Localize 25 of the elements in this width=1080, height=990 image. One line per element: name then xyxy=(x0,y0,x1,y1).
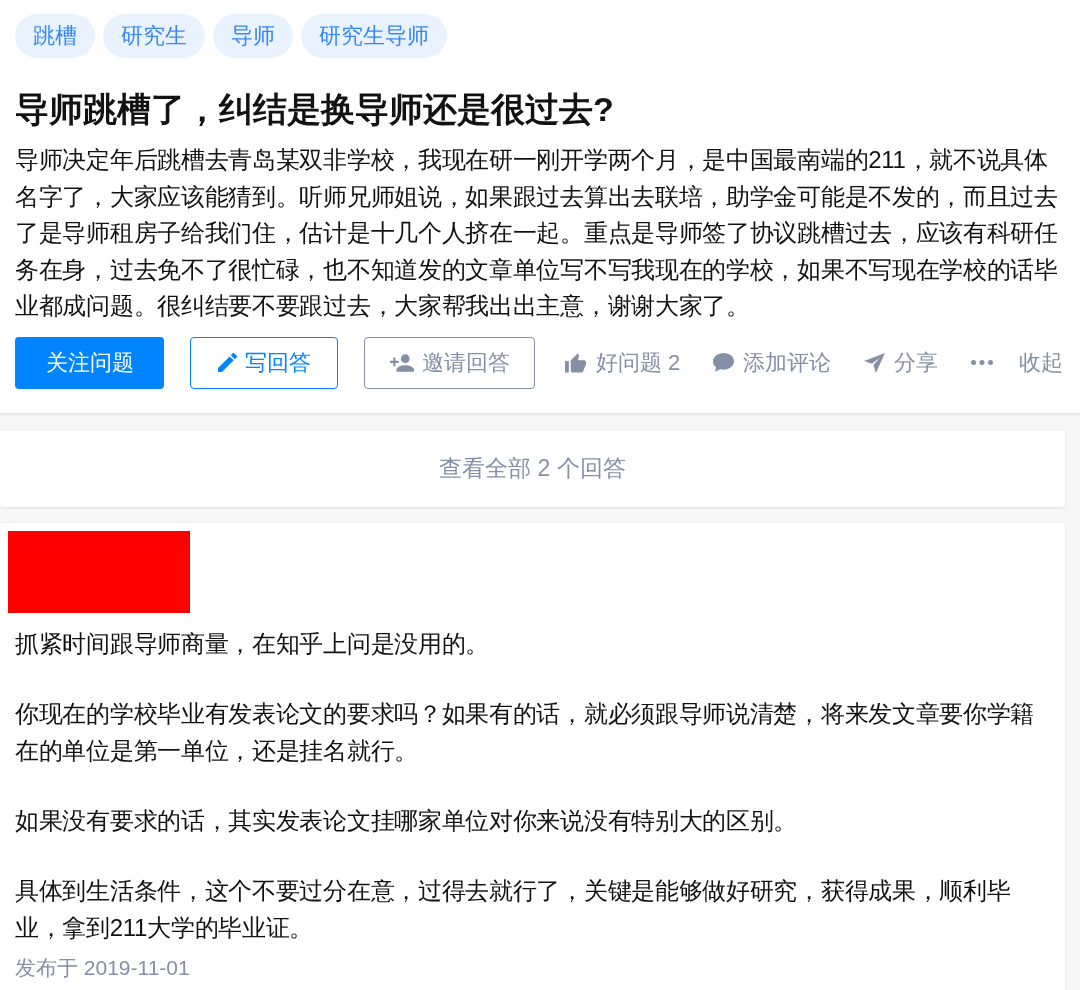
follow-button[interactable]: 关注问题 xyxy=(15,336,164,389)
thumbs-up-icon xyxy=(565,352,586,373)
comment-button[interactable]: 添加评论 xyxy=(713,342,832,383)
topic-tag[interactable]: 导师 xyxy=(213,14,293,58)
collapse-button[interactable]: 收起 xyxy=(1019,342,1064,383)
answer-paragraph: 你现在的学校毕业有发表论文的要求吗？如果有的话，就必须跟导师说清楚，将来发文章要你学籍在的单位是第一单位，还是挂名就行。 xyxy=(15,698,1036,766)
speech-bubble-icon xyxy=(713,353,735,372)
question-description: 导师决定年后跳槽去青岛某双非学校，我现在研一刚开学两个月，是中国最南端的211，就不说具体名字了，大家应该能猜到。听师兄师姐说，如果跟过去算出去联培，助学金可能是不发的，而且过去了是导师租房子给我们住，估计是十几个人挤在一起。重点是导师签了协议跳槽过去，应该有科研任务在身，过去免不了很忙碌，也不知道发的文章单位写不写我现在的学校，如果不写现在学校的话毕业都成问题。很纠结要不要跟过去，大家帮我出出主意，谢谢大家了。 xyxy=(15,145,1059,321)
answer-paragraph: 具体到生活条件，这个不要过分在意，过得去就行了，关键是能够做好研究，获得成果，顺利毕业，拿到211大学的毕业证。 xyxy=(15,875,1012,943)
share-button[interactable]: 分享 xyxy=(864,342,939,383)
view-all-answers-button[interactable]: 查看全部 2 个回答 xyxy=(0,430,1065,507)
answer-paragraph: 如果没有要求的话，其实发表论文挂哪家单位对你来说没有特别大的区别。 xyxy=(15,805,799,836)
topic-tag[interactable]: 跳槽 xyxy=(15,14,95,58)
add-person-icon xyxy=(389,353,414,372)
paper-plane-icon xyxy=(864,352,886,373)
topic-tag[interactable]: 研究生 xyxy=(103,14,205,58)
invite-button[interactable]: 邀请回答 xyxy=(364,336,535,389)
answer-paragraph: 抓紧时间跟导师商量，在知乎上问是没用的。 xyxy=(15,628,490,659)
pencil-icon xyxy=(217,353,237,372)
write-answer-button[interactable]: 写回答 xyxy=(190,336,338,389)
question-title: 导师跳槽了，纠结是换导师还是很过去? xyxy=(15,89,615,130)
vote-button[interactable]: 好问题 2 xyxy=(565,342,681,383)
topic-tag[interactable]: 研究生导师 xyxy=(301,14,447,58)
more-icon xyxy=(971,360,994,365)
publish-date: 发布于 2019-11-01 xyxy=(15,954,190,981)
